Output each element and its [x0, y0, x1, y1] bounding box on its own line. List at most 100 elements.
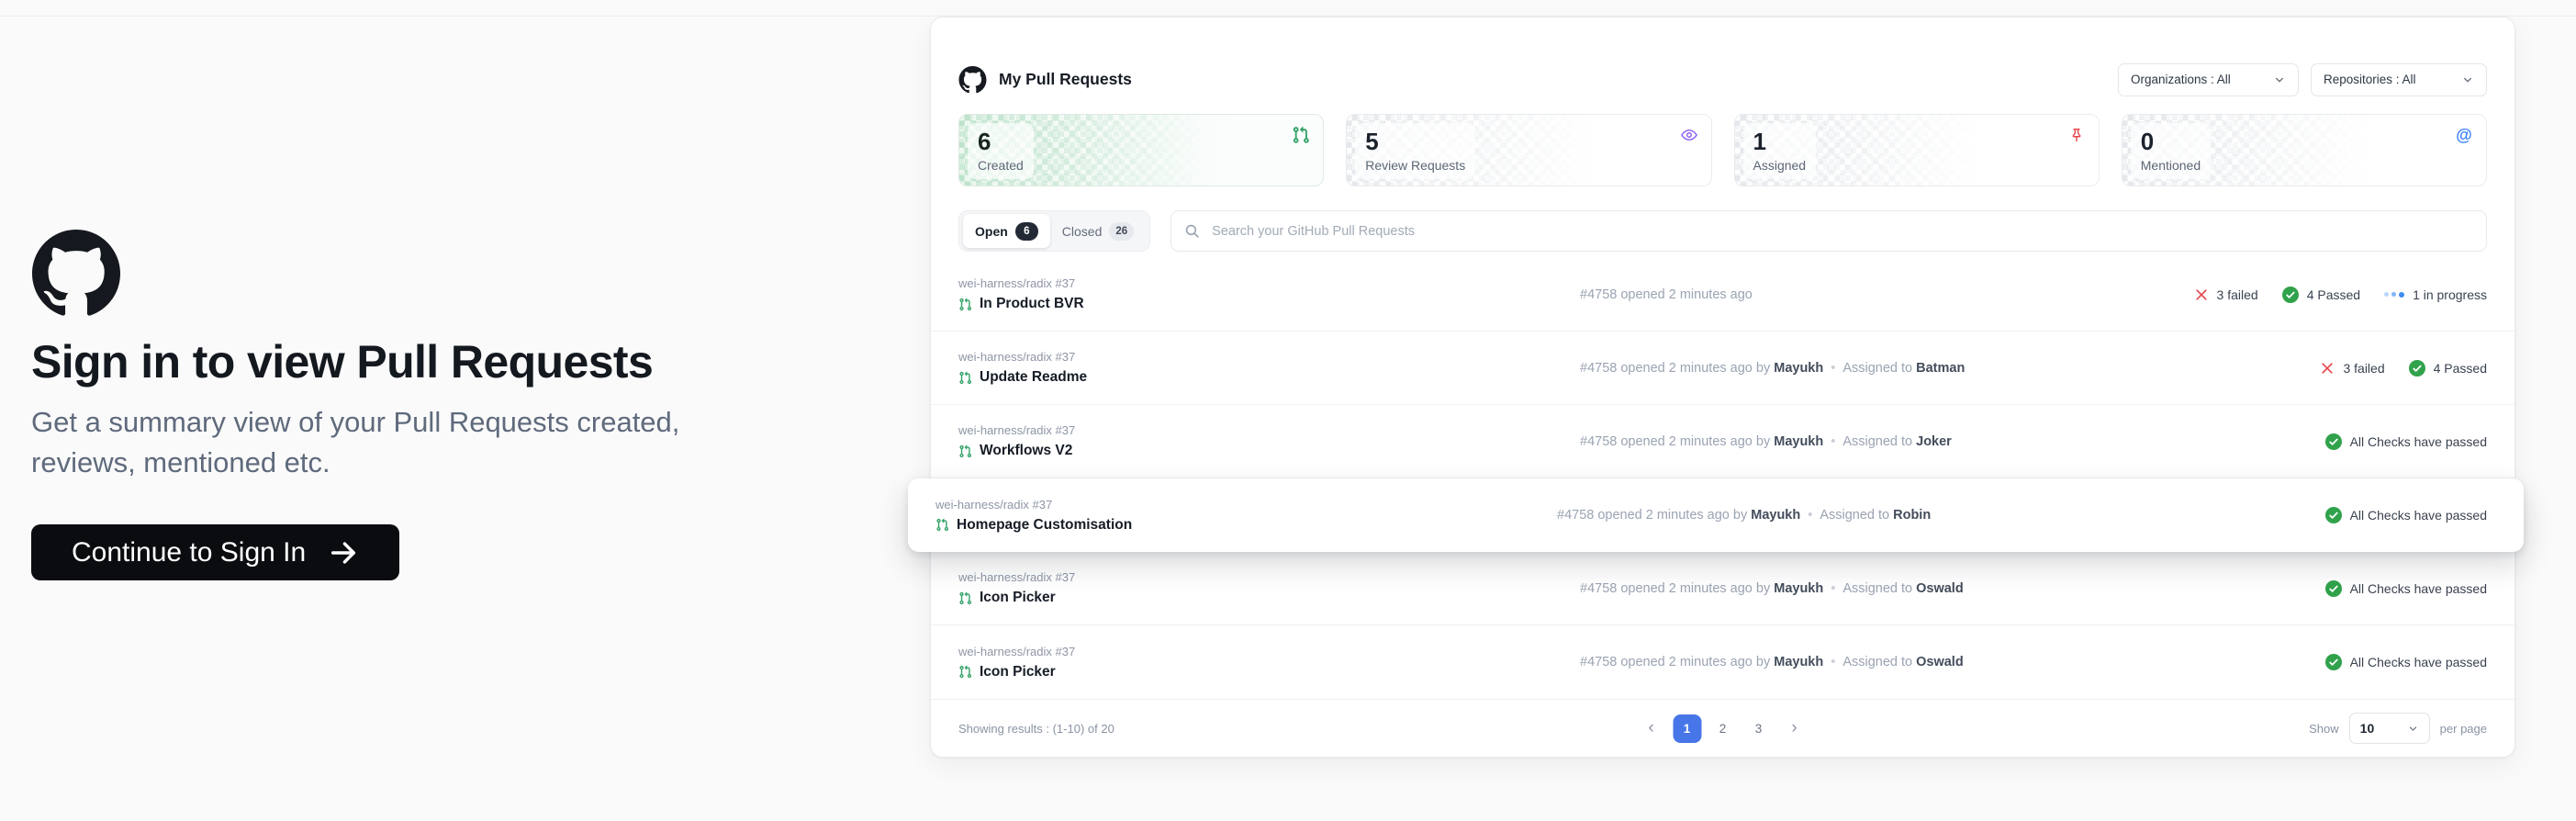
eye-icon — [1680, 126, 1698, 144]
pr-row[interactable]: wei-harness/radix #37In Product BVR#4758… — [931, 258, 2514, 332]
stat-chip: 1Assigned — [1743, 123, 1817, 179]
pr-author: Mayukh — [1774, 361, 1823, 376]
stat-card-created[interactable]: 6Created — [958, 114, 1324, 186]
progress-dots-icon — [2384, 292, 2404, 298]
pr-row[interactable]: wei-harness/radix #37Update Readme#4758 … — [931, 332, 2514, 405]
chevron-down-icon — [2407, 723, 2419, 735]
pr-row[interactable]: wei-harness/radix #37 Homepage Customisat… — [908, 478, 2524, 552]
x-icon — [2320, 361, 2335, 376]
filters: Organizations : All Repositories : All — [2118, 63, 2487, 96]
check-status-passed: All Checks have passed — [2325, 580, 2487, 597]
pr-checks: 3 failed4 Passed — [2320, 360, 2487, 377]
stat-card-mentioned[interactable]: 0Mentioned@ — [2122, 114, 2487, 186]
prev-page-button[interactable]: ‹ — [1637, 714, 1665, 743]
tab-open[interactable]: Open 6 — [963, 214, 1050, 248]
chevron-down-icon — [2273, 73, 2286, 86]
pr-assignee: Oswald — [1916, 655, 1964, 669]
pr-row[interactable]: wei-harness/radix #37 Icon Picker #4758 op… — [931, 552, 2514, 625]
assigned-to-label: Assigned to — [1820, 508, 1893, 523]
repo-name: wei-harness/radix #37 — [958, 645, 1580, 658]
pr-row-main: wei-harness/radix #37Workflows V2 — [958, 423, 1580, 459]
pr-opened-text: #4758 opened 2 minutes ago by — [1580, 581, 1774, 596]
check-status-label: All Checks have passed — [2350, 508, 2487, 523]
panel-title-wrap: My Pull Requests — [958, 66, 1132, 94]
pull-request-icon — [958, 298, 972, 311]
pr-row-main: wei-harness/radix #37 Icon Picker — [958, 645, 1580, 680]
repo-name: wei-harness/radix #37 — [958, 570, 1580, 584]
list-toolbar: Open 6 Closed 26 — [958, 210, 2487, 252]
pr-row[interactable]: wei-harness/radix #37Workflows V2#4758 o… — [931, 405, 2514, 478]
check-status-passed: 4 Passed — [2282, 287, 2360, 303]
stat-value: 0 — [2141, 129, 2201, 154]
dot-separator: • — [1831, 655, 1835, 669]
page-button-3[interactable]: 3 — [1744, 714, 1773, 743]
page-button-1[interactable]: 1 — [1673, 714, 1701, 743]
pr-title: In Product BVR — [980, 296, 1084, 312]
pr-row[interactable]: wei-harness/radix #37 Icon Picker #4758 op… — [931, 625, 2514, 699]
check-status-label: All Checks have passed — [2350, 434, 2487, 449]
pull-requests-panel: My Pull Requests Organizations : All Rep… — [930, 17, 2515, 758]
pull-request-icon — [1292, 126, 1310, 144]
organizations-filter[interactable]: Organizations : All — [2118, 63, 2299, 96]
per-page-label: per page — [2440, 722, 2487, 736]
pr-assignee: Batman — [1916, 361, 1965, 376]
pr-title-row: Homepage Customisation — [935, 517, 1557, 534]
stat-card-assigned[interactable]: 1Assigned — [1734, 114, 2100, 186]
next-page-button[interactable]: › — [1780, 714, 1809, 743]
repo-name: wei-harness/radix #37 — [935, 498, 1557, 512]
check-circle-icon — [2325, 654, 2342, 670]
signin-subtitle: Get a summary view of your Pull Requests… — [31, 402, 779, 485]
per-page-select[interactable]: 10 — [2349, 713, 2430, 744]
check-status-passed: 4 Passed — [2409, 360, 2487, 377]
continue-signin-button[interactable]: Continue to Sign In — [31, 524, 399, 580]
stat-label: Assigned — [1753, 158, 1807, 173]
check-circle-icon — [2282, 287, 2299, 303]
pr-checks: All Checks have passed — [2325, 580, 2487, 597]
stat-chip: 6Created — [968, 123, 1034, 179]
pr-row-main: wei-harness/radix #37 Homepage Customisat… — [935, 498, 1557, 534]
check-status-passed: All Checks have passed — [2325, 507, 2487, 523]
pr-opened-text: #4758 opened 2 minutes ago by — [1580, 361, 1774, 376]
open-count-badge: 6 — [1015, 222, 1038, 241]
pr-title: Homepage Customisation — [957, 517, 1132, 534]
check-status-label: 4 Passed — [2434, 361, 2487, 376]
pr-meta: #4758 opened 2 minutes ago by Mayukh•Ass… — [1580, 434, 1952, 449]
pr-author: Mayukh — [1774, 581, 1823, 596]
per-page-value: 10 — [2360, 721, 2375, 736]
check-status-passed: All Checks have passed — [2325, 433, 2487, 450]
signin-button-label: Continue to Sign In — [72, 537, 306, 568]
results-summary: Showing results : (1-10) of 20 — [958, 722, 1114, 736]
panel-title: My Pull Requests — [999, 70, 1132, 89]
pr-assignee: Robin — [1893, 508, 1931, 523]
pr-title: Icon Picker — [980, 590, 1056, 606]
pr-opened-text: #4758 opened 2 minutes ago by — [1580, 655, 1774, 669]
search-input[interactable] — [1210, 223, 2473, 240]
check-circle-icon — [2325, 433, 2342, 450]
pr-title: Workflows V2 — [980, 443, 1072, 459]
check-status-label: All Checks have passed — [2350, 581, 2487, 596]
dot-separator: • — [1831, 434, 1835, 449]
pr-checks: All Checks have passed — [2325, 433, 2487, 450]
check-circle-icon — [2409, 360, 2425, 377]
pull-request-icon — [958, 371, 972, 385]
search-box[interactable] — [1170, 210, 2487, 252]
pr-title: Icon Picker — [980, 664, 1056, 680]
repositories-filter[interactable]: Repositories : All — [2311, 63, 2487, 96]
pr-title-row: Icon Picker — [958, 590, 1580, 606]
stat-chip: 0Mentioned — [2131, 123, 2211, 179]
stat-value: 5 — [1365, 129, 1465, 154]
pr-row-main: wei-harness/radix #37In Product BVR — [958, 276, 1580, 312]
check-status-progress: 1 in progress — [2384, 287, 2487, 302]
pr-meta: #4758 opened 2 minutes ago by Mayukh•Ass… — [1580, 655, 1964, 669]
dot-separator: • — [1831, 581, 1835, 596]
pr-title-row: Icon Picker — [958, 664, 1580, 680]
stat-card-review-requests[interactable]: 5 Review Requests — [1346, 114, 1711, 186]
x-icon — [2194, 287, 2209, 302]
pull-request-icon — [958, 444, 972, 458]
signin-section: Sign in to view Pull Requests Get a summ… — [31, 230, 839, 580]
check-status-label: 3 failed — [2217, 287, 2258, 302]
assigned-to-label: Assigned to — [1842, 361, 1916, 376]
tab-closed[interactable]: Closed 26 — [1050, 214, 1146, 248]
page-button-2[interactable]: 2 — [1708, 714, 1737, 743]
stat-label: Review Requests — [1365, 158, 1465, 173]
